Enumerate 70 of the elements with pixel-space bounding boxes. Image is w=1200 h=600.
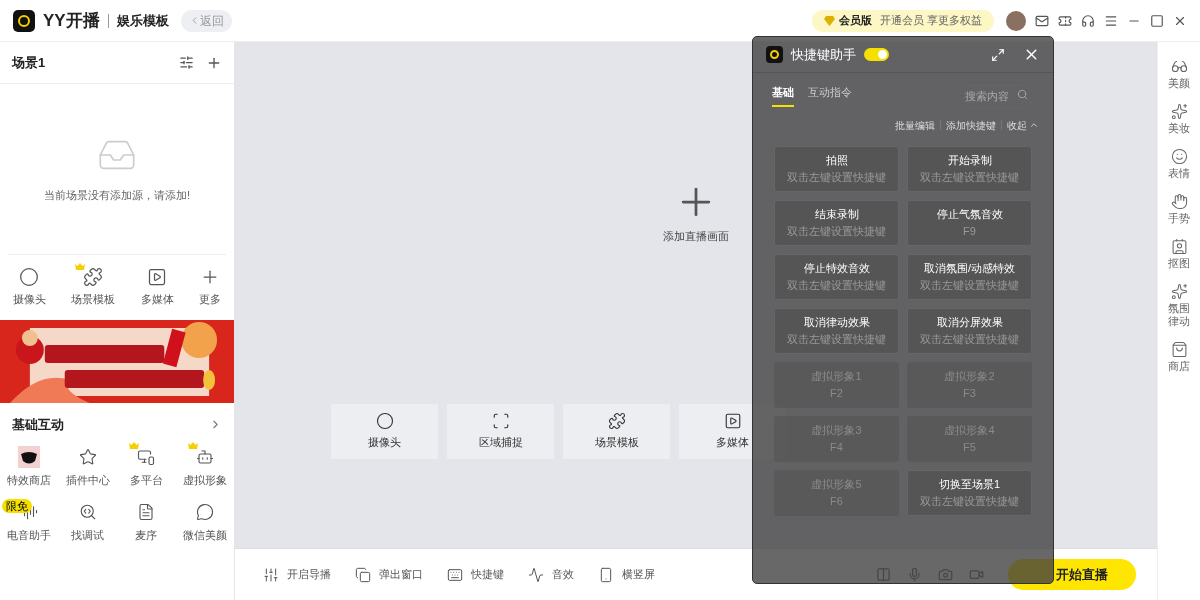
- toolbar-button[interactable]: 音效: [528, 566, 574, 583]
- panel-tab[interactable]: 基础: [772, 84, 794, 107]
- shortcut-card[interactable]: 切换至场景1 双击左键设置快捷键: [907, 469, 1032, 516]
- toolbar-button[interactable]: 快捷键: [447, 566, 504, 583]
- empty-message: 当前场景没有添加源，请添加!: [43, 187, 191, 203]
- shortcut-key: 双击左键设置快捷键: [787, 330, 886, 348]
- shortcut-card[interactable]: 取消氛围/动感特效 双击左键设置快捷键: [907, 253, 1032, 300]
- effect-tool[interactable]: 手势: [1167, 193, 1191, 225]
- section-title: 基础互动: [12, 415, 65, 434]
- shortcut-name: 停止特效音效: [803, 260, 870, 276]
- vip-label: 会员版: [838, 13, 872, 29]
- scene-title: 场景1: [12, 53, 47, 72]
- effect-tool[interactable]: 商店: [1167, 341, 1191, 373]
- shortcut-card[interactable]: 开始录制 双击左键设置快捷键: [907, 145, 1032, 192]
- shortcut-name: 停止气氛音效: [936, 206, 1003, 222]
- source-tile[interactable]: 摄像头: [331, 403, 438, 459]
- interaction-tool[interactable]: 插件中心: [58, 444, 117, 489]
- shortcut-name: 拍照: [825, 152, 848, 168]
- interaction-tool[interactable]: 微信美颜: [175, 498, 234, 543]
- shortcut-key: 双击左键设置快捷键: [787, 276, 886, 294]
- shortcut-card[interactable]: 取消分屏效果 双击左键设置快捷键: [907, 307, 1032, 354]
- effect-tool[interactable]: 氛围律动: [1167, 283, 1191, 328]
- source-tool[interactable]: 摄像头: [12, 267, 46, 308]
- shortcut-card[interactable]: 拍照 双击左键设置快捷键: [774, 145, 899, 192]
- shortcut-name: 切换至场景1: [938, 476, 1001, 492]
- source-tool[interactable]: 更多: [199, 267, 222, 308]
- effect-tool[interactable]: 美妆: [1167, 103, 1191, 135]
- toolbar-button[interactable]: 开启导播: [263, 566, 331, 583]
- interaction-tool[interactable]: 找调试: [58, 498, 117, 543]
- source-tool[interactable]: 多媒体: [140, 267, 174, 308]
- interaction-tool[interactable]: 多平台: [117, 444, 176, 489]
- shortcut-card[interactable]: 结束录制 双击左键设置快捷键: [774, 199, 899, 246]
- shortcut-name: 结束录制: [814, 206, 859, 222]
- shortcut-name: 取消分屏效果: [936, 314, 1003, 330]
- add-source-label[interactable]: 添加直播画面: [663, 228, 729, 245]
- effect-tool[interactable]: 表情: [1167, 148, 1191, 180]
- vip-banner[interactable]: 会员版 开通会员 享更多权益: [811, 9, 994, 32]
- source-tool[interactable]: 场景模板: [71, 267, 116, 308]
- shortcut-key: F9: [963, 222, 976, 240]
- shortcut-key: 双击左键设置快捷键: [920, 492, 1019, 510]
- shortcut-key: 双击左键设置快捷键: [920, 168, 1019, 186]
- panel-action[interactable]: 添加快捷键: [946, 117, 996, 133]
- shortcut-card[interactable]: 停止特效音效 双击左键设置快捷键: [774, 253, 899, 300]
- interaction-tool[interactable]: 虚拟形象: [175, 444, 234, 489]
- interaction-tool[interactable]: 特效商店: [0, 444, 59, 489]
- source-tile[interactable]: 区域捕捉: [447, 403, 554, 459]
- shortcut-card[interactable]: 取消律动效果 双击左键设置快捷键: [774, 307, 899, 354]
- panel-tab[interactable]: 互动指令: [808, 84, 852, 107]
- toolbar-button[interactable]: 横竖屏: [598, 566, 655, 583]
- shortcut-name: 取消氛围/动感特效: [923, 260, 1016, 276]
- vip-promo: 开通会员 享更多权益: [879, 13, 982, 29]
- shortcut-name: 取消律动效果: [803, 314, 870, 330]
- interaction-tool[interactable]: 限免 电音助手: [0, 498, 59, 543]
- effect-tool[interactable]: 抠图: [1167, 238, 1191, 270]
- panel-action[interactable]: 批量编辑: [895, 117, 935, 133]
- shortcut-key: 双击左键设置快捷键: [787, 222, 886, 240]
- shortcut-key: 双击左键设置快捷键: [920, 330, 1019, 348]
- source-tile[interactable]: 场景模板: [563, 403, 670, 459]
- shortcut-key: 双击左键设置快捷键: [787, 168, 886, 186]
- panel-action[interactable]: 收起: [1007, 117, 1039, 133]
- shortcut-name: 开始录制: [947, 152, 992, 168]
- shortcut-card[interactable]: 停止气氛音效 F9: [907, 199, 1032, 246]
- free-badge: 限免: [2, 498, 33, 513]
- shortcut-key: 双击左键设置快捷键: [920, 276, 1019, 294]
- toolbar-button[interactable]: 弹出窗口: [355, 566, 423, 583]
- panel-title: 快捷键助手: [791, 45, 856, 64]
- template-title: 娱乐模板: [116, 11, 169, 30]
- interaction-tool[interactable]: 麦序: [117, 498, 176, 543]
- app-name: YY开播: [43, 9, 100, 32]
- effect-tool[interactable]: 美颜: [1167, 58, 1191, 90]
